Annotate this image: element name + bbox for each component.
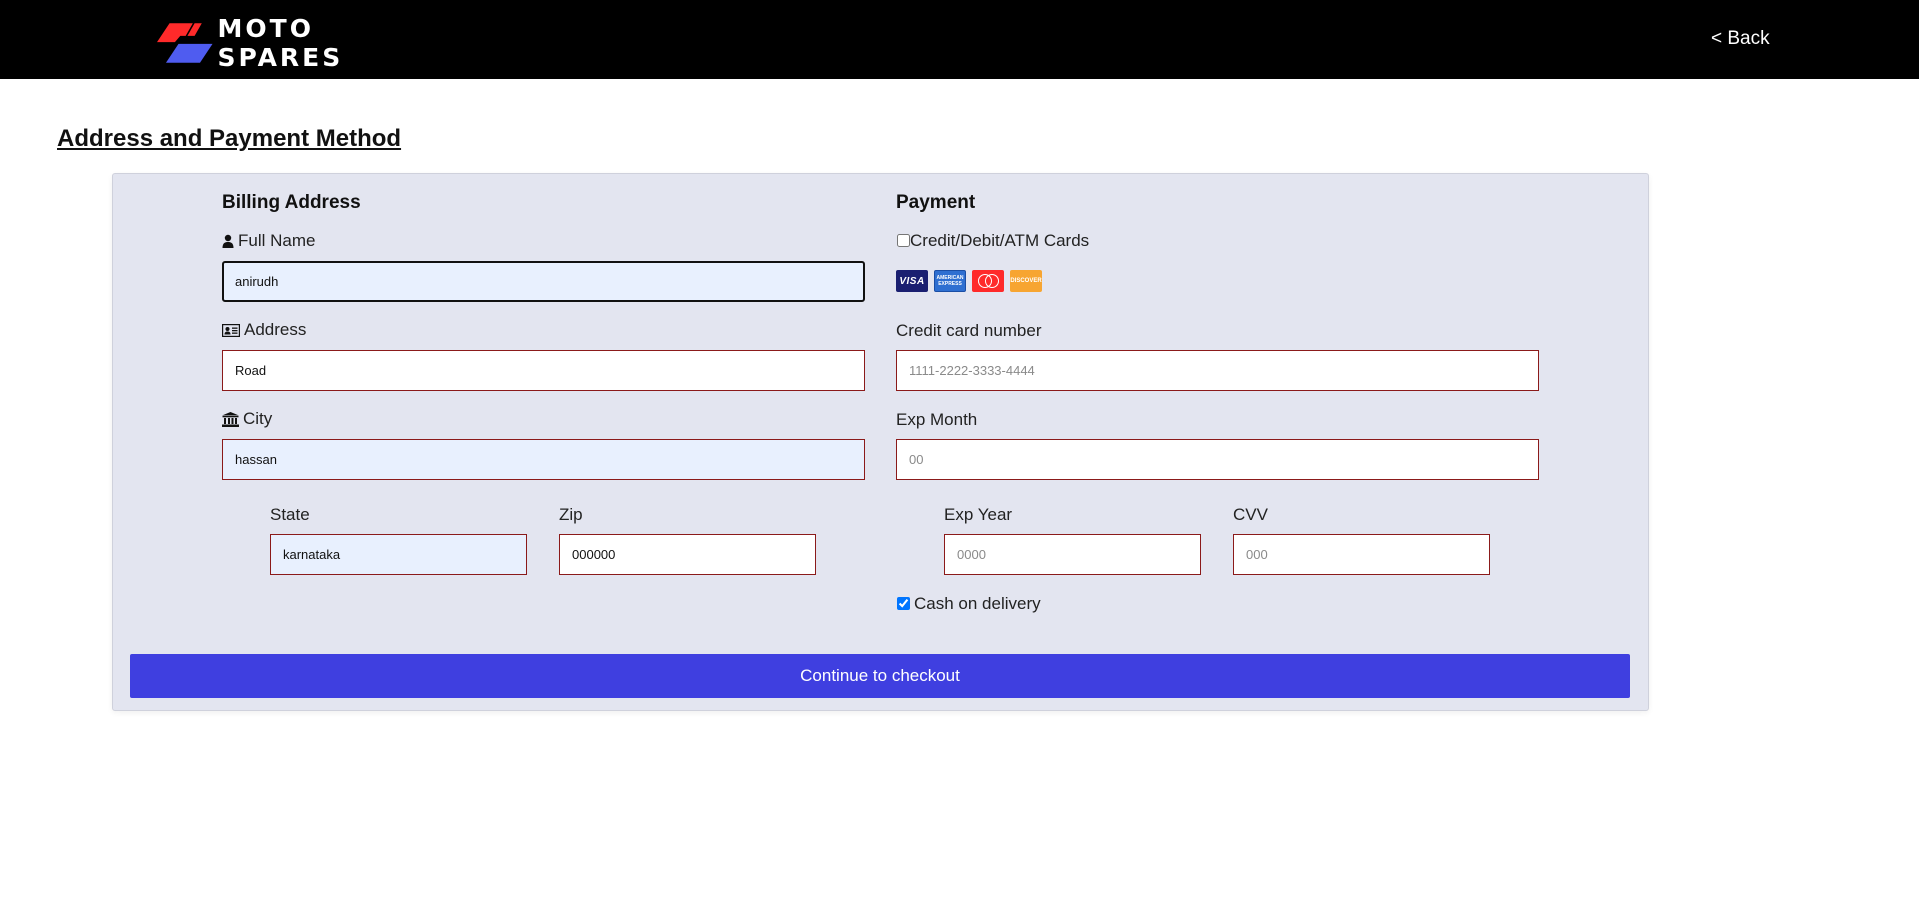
city-input[interactable] <box>222 439 865 480</box>
back-link[interactable]: < Back <box>1711 28 1770 50</box>
cvv-input[interactable] <box>1233 534 1490 575</box>
cvv-label: CVV <box>1233 505 1268 524</box>
address-label-text: Address <box>244 320 307 339</box>
card-number-input[interactable] <box>896 350 1539 391</box>
cod-option-checkbox[interactable] <box>897 597 910 610</box>
brand-name: MOTO SPARES <box>217 14 344 72</box>
address-input[interactable] <box>222 350 865 391</box>
brand-logo[interactable]: MOTO SPARES <box>157 14 427 72</box>
city-label: City <box>222 409 272 429</box>
zip-input[interactable] <box>559 534 816 575</box>
cod-option-label[interactable]: Cash on delivery <box>914 594 1041 614</box>
exp-year-label: Exp Year <box>944 505 1013 524</box>
zip-label: Zip <box>559 505 583 524</box>
city-label-text: City <box>243 409 273 428</box>
state-label: State <box>270 505 310 524</box>
page-title: Address and Payment Method <box>57 125 402 152</box>
user-icon <box>222 234 234 248</box>
payment-heading: Payment <box>896 192 976 213</box>
amex-card-icon: AMERICAN EXPRESS <box>934 270 966 292</box>
full-name-label: Full Name <box>222 231 315 251</box>
address-label: Address <box>222 320 306 340</box>
address-card-icon <box>222 323 240 337</box>
continue-to-checkout-button[interactable]: Continue to checkout <box>130 654 1630 698</box>
visa-card-icon: VISA <box>896 270 928 292</box>
cards-option-label[interactable]: Credit/Debit/ATM Cards <box>910 231 1089 251</box>
full-name-label-text: Full Name <box>238 231 316 250</box>
full-name-input[interactable] <box>222 261 865 302</box>
mastercard-card-icon <box>972 270 1004 292</box>
state-input[interactable] <box>270 534 527 575</box>
cards-option-checkbox[interactable] <box>897 234 910 247</box>
brand-logo-icon <box>157 23 213 63</box>
exp-year-input[interactable] <box>944 534 1201 575</box>
accepted-cards: VISA AMERICAN EXPRESS DISCOVER <box>896 270 1042 292</box>
discover-card-icon: DISCOVER <box>1010 270 1042 292</box>
card-number-label: Credit card number <box>896 321 1042 340</box>
institution-icon <box>222 411 239 427</box>
exp-month-label: Exp Month <box>896 410 978 429</box>
top-navbar: MOTO SPARES < Back <box>0 0 1919 79</box>
exp-month-input[interactable] <box>896 439 1539 480</box>
billing-address-heading: Billing Address <box>222 192 361 213</box>
